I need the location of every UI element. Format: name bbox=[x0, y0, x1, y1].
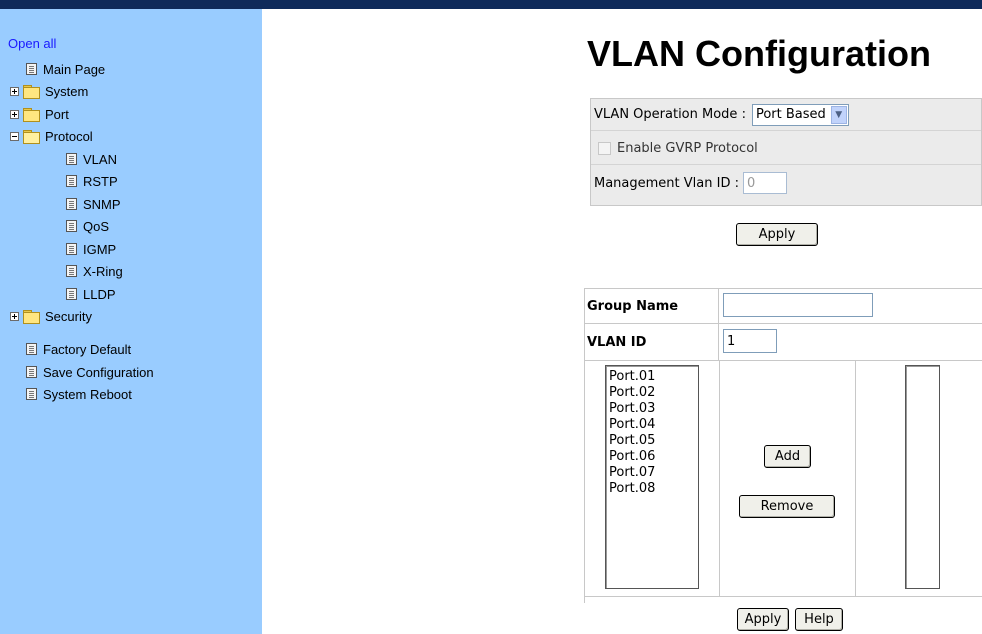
vlan-mode-value: Port Based bbox=[755, 107, 826, 122]
sidebar-item-security[interactable]: Security bbox=[10, 306, 92, 326]
sidebar-item-label: Protocol bbox=[45, 128, 93, 144]
expand-icon[interactable] bbox=[10, 311, 19, 321]
sidebar-item-label: System bbox=[45, 83, 89, 99]
vlan-id-input[interactable] bbox=[723, 329, 777, 353]
remove-port-button[interactable]: Remove bbox=[739, 495, 835, 518]
page-icon bbox=[66, 265, 77, 277]
sidebar-item-label: Main Page bbox=[43, 61, 106, 77]
gvrp-row: Enable GVRP Protocol bbox=[591, 133, 981, 165]
port-members-row: Port.01 Port.02 Port.03 Port.04 Port.05 … bbox=[585, 361, 982, 597]
sidebar-item-rstp[interactable]: RSTP bbox=[66, 171, 118, 191]
sidebar-item-port[interactable]: Port bbox=[10, 104, 69, 124]
apply-button[interactable]: Apply bbox=[737, 608, 789, 631]
sidebar-item-label: LLDP bbox=[83, 286, 116, 302]
page-icon bbox=[66, 198, 77, 210]
vlan-id-row: VLAN ID bbox=[585, 324, 982, 361]
list-item[interactable]: Port.07 bbox=[609, 465, 698, 481]
sidebar-item-main-page[interactable]: Main Page bbox=[26, 59, 105, 79]
page-icon bbox=[66, 175, 77, 187]
add-port-button[interactable]: Add bbox=[764, 445, 811, 468]
apply-mode-button[interactable]: Apply bbox=[736, 223, 818, 246]
available-ports-list[interactable]: Port.01 Port.02 Port.03 Port.04 Port.05 … bbox=[605, 365, 699, 589]
page-icon bbox=[66, 153, 77, 165]
page-icon bbox=[26, 343, 37, 355]
sidebar-item-qos[interactable]: QoS bbox=[66, 216, 109, 236]
main-content: VLAN Configuration VLAN Operation Mode :… bbox=[262, 9, 982, 634]
page-icon bbox=[66, 220, 77, 232]
list-item[interactable]: Port.06 bbox=[609, 449, 698, 465]
sidebar-item-label: IGMP bbox=[83, 241, 117, 257]
sidebar-item-label: RSTP bbox=[83, 173, 118, 189]
group-name-input[interactable] bbox=[723, 293, 873, 317]
gvrp-label: Enable GVRP Protocol bbox=[617, 141, 758, 156]
sidebar-item-label: SNMP bbox=[83, 196, 121, 212]
open-all-link[interactable]: Open all bbox=[8, 36, 56, 51]
mgmt-vlan-label: Management Vlan ID : bbox=[594, 175, 739, 191]
page-icon bbox=[66, 243, 77, 255]
sidebar-item-label: Factory Default bbox=[43, 341, 132, 357]
sidebar-item-system-reboot[interactable]: System Reboot bbox=[26, 384, 132, 404]
sidebar-item-save-configuration[interactable]: Save Configuration bbox=[26, 362, 154, 382]
sidebar-item-label: X-Ring bbox=[83, 263, 123, 279]
vlan-mode-row: VLAN Operation Mode : Port Based ▼ bbox=[591, 99, 981, 131]
folder-icon bbox=[23, 85, 40, 99]
sidebar-item-factory-default[interactable]: Factory Default bbox=[26, 339, 131, 359]
list-item[interactable]: Port.05 bbox=[609, 433, 698, 449]
gvrp-checkbox[interactable] bbox=[598, 142, 611, 155]
vlan-mode-label: VLAN Operation Mode : bbox=[594, 107, 746, 122]
sidebar-item-system[interactable]: System bbox=[10, 81, 88, 101]
page-icon bbox=[26, 388, 37, 400]
sidebar-item-label: System Reboot bbox=[43, 386, 132, 402]
sidebar-item-label: VLAN bbox=[83, 151, 117, 167]
folder-icon bbox=[23, 108, 40, 122]
help-button[interactable]: Help bbox=[795, 608, 843, 631]
sidebar-item-label: QoS bbox=[83, 218, 110, 234]
list-item[interactable]: Port.02 bbox=[609, 385, 698, 401]
page-icon bbox=[26, 366, 37, 378]
page-icon bbox=[66, 288, 77, 300]
expand-icon[interactable] bbox=[10, 109, 19, 119]
sidebar-item-label: Save Configuration bbox=[43, 364, 154, 380]
vlan-id-label: VLAN ID bbox=[585, 324, 719, 360]
list-item[interactable]: Port.01 bbox=[609, 369, 698, 385]
folder-icon bbox=[23, 310, 40, 324]
mgmt-vlan-input[interactable] bbox=[742, 172, 787, 194]
sidebar-item-protocol[interactable]: Protocol bbox=[10, 126, 93, 146]
chevron-down-icon[interactable]: ▼ bbox=[830, 105, 847, 124]
collapse-icon[interactable] bbox=[10, 131, 19, 141]
sidebar-item-snmp[interactable]: SNMP bbox=[66, 194, 121, 214]
sidebar: Open all Main Page System Port Protocol … bbox=[0, 9, 262, 634]
sidebar-item-label: Port bbox=[45, 106, 69, 122]
member-ports-list[interactable] bbox=[905, 365, 940, 589]
sidebar-item-igmp[interactable]: IGMP bbox=[66, 239, 116, 259]
group-name-row: Group Name bbox=[585, 289, 982, 324]
group-name-label: Group Name bbox=[585, 289, 719, 323]
vlan-group-table: Group Name VLAN ID Port.01 Port.02 Port.… bbox=[584, 288, 982, 603]
top-banner bbox=[0, 0, 982, 9]
folder-open-icon bbox=[23, 130, 40, 144]
list-item[interactable]: Port.03 bbox=[609, 401, 698, 417]
page-title: VLAN Configuration bbox=[587, 33, 931, 74]
list-item[interactable]: Port.08 bbox=[609, 481, 698, 497]
expand-icon[interactable] bbox=[10, 86, 19, 96]
sidebar-item-label: Security bbox=[45, 308, 92, 324]
sidebar-item-vlan[interactable]: VLAN bbox=[66, 149, 117, 169]
list-item[interactable]: Port.04 bbox=[609, 417, 698, 433]
mgmt-vlan-row: Management Vlan ID : bbox=[591, 167, 981, 199]
page-icon bbox=[26, 63, 37, 75]
vlan-mode-select[interactable]: Port Based ▼ bbox=[751, 103, 849, 126]
vlan-settings-panel: VLAN Operation Mode : Port Based ▼ Enabl… bbox=[590, 98, 982, 206]
sidebar-item-lldp[interactable]: LLDP bbox=[66, 284, 116, 304]
sidebar-item-x-ring[interactable]: X-Ring bbox=[66, 261, 123, 281]
